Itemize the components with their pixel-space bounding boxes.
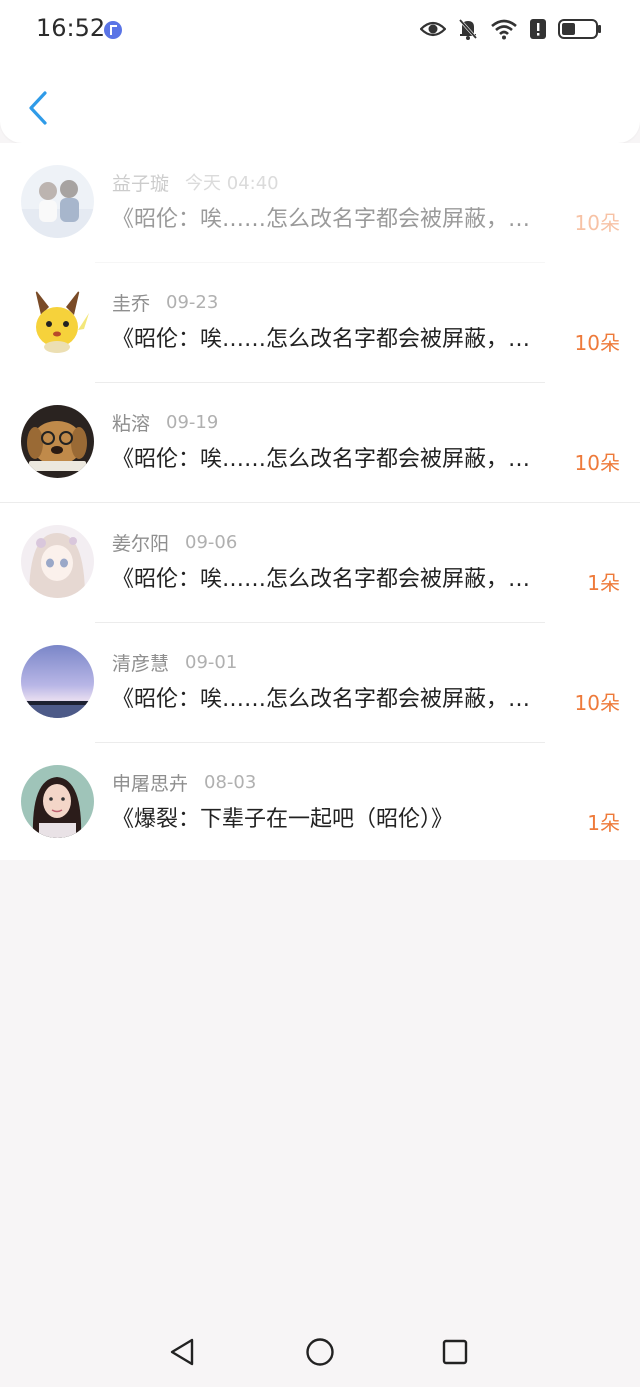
message-preview: 《昭伦：唉……怎么改名字都会被屏蔽，… [112,207,531,232]
back-button[interactable] [18,86,58,130]
list-item[interactable]: 姜尔阳 09-06 《昭伦：唉……怎么改名字都会被屏蔽，… 1朵 [0,503,640,623]
avatar [21,405,94,478]
message-preview: 《昭伦：唉……怎么改名字都会被屏蔽，… [112,447,531,472]
bell-muted-icon [458,19,478,40]
nav-home-button[interactable] [302,1334,338,1370]
sender-name: 申屠思卉 [112,772,189,795]
message-date: 09-01 [185,651,238,673]
item-meta: 姜尔阳 09-06 [112,529,237,555]
message-date: 09-23 [166,291,219,313]
sender-name: 清彦慧 [112,652,170,675]
message-preview: 《昭伦：唉……怎么改名字都会被屏蔽，… [112,687,531,712]
flower-count: 10朵 [574,331,620,355]
message-date: 08-03 [204,771,257,793]
sender-name: 益子璇 [112,172,170,195]
sender-name: 圭乔 [112,292,151,315]
item-meta: 申屠思卉 08-03 [112,769,256,795]
flower-count: 10朵 [574,451,620,475]
wifi-icon [491,19,517,40]
status-time: 16:52 [36,14,106,42]
flower-count: 1朵 [587,571,620,595]
sender-name: 粘溶 [112,412,151,435]
list-item[interactable]: 申屠思卉 08-03 《爆裂：下辈子在一起吧（昭伦）》 1朵 [0,743,640,863]
sender-name: 姜尔阳 [112,532,170,555]
nav-recents-button[interactable] [437,1334,473,1370]
back-triangle-icon [170,1338,194,1366]
home-circle-icon [306,1338,334,1366]
avatar [21,525,94,598]
top-bar: 16:52 [0,0,640,143]
avatar [21,165,94,238]
eye-icon [420,21,446,37]
message-date: 09-06 [185,531,238,553]
message-list: 益子璇 今天 04:40 《昭伦：唉……怎么改名字都会被屏蔽，… 10朵 圭乔 … [0,143,640,860]
nav-back-button[interactable] [164,1334,200,1370]
list-item[interactable]: 益子璇 今天 04:40 《昭伦：唉……怎么改名字都会被屏蔽，… 10朵 [0,143,640,263]
avatar [21,285,94,358]
flower-count: 10朵 [574,211,620,235]
message-preview: 《昭伦：唉……怎么改名字都会被屏蔽，… [112,567,531,592]
list-item[interactable]: 圭乔 09-23 《昭伦：唉……怎么改名字都会被屏蔽，… 10朵 [0,263,640,383]
list-item[interactable]: 清彦慧 09-01 《昭伦：唉……怎么改名字都会被屏蔽，… 10朵 [0,623,640,743]
item-meta: 粘溶 09-19 [112,409,218,435]
avatar [21,765,94,838]
flower-count: 10朵 [574,691,620,715]
flower-count: 1朵 [587,811,620,835]
alert-icon [530,19,546,39]
recents-square-icon [442,1339,468,1365]
system-navigation-bar [0,1316,640,1387]
message-date: 09-19 [166,411,219,433]
item-meta: 清彦慧 09-01 [112,649,237,675]
music-app-icon [104,21,122,39]
avatar [21,645,94,718]
battery-icon [558,19,601,39]
message-date: 今天 04:40 [185,173,279,194]
message-preview: 《昭伦：唉……怎么改名字都会被屏蔽，… [112,327,531,352]
chevron-left-icon [29,91,47,125]
list-item[interactable]: 粘溶 09-19 《昭伦：唉……怎么改名字都会被屏蔽，… 10朵 [0,383,640,503]
message-preview: 《爆裂：下辈子在一起吧（昭伦）》 [112,807,454,832]
item-meta: 益子璇 今天 04:40 [112,169,279,195]
item-meta: 圭乔 09-23 [112,289,218,315]
status-icons [420,18,602,40]
